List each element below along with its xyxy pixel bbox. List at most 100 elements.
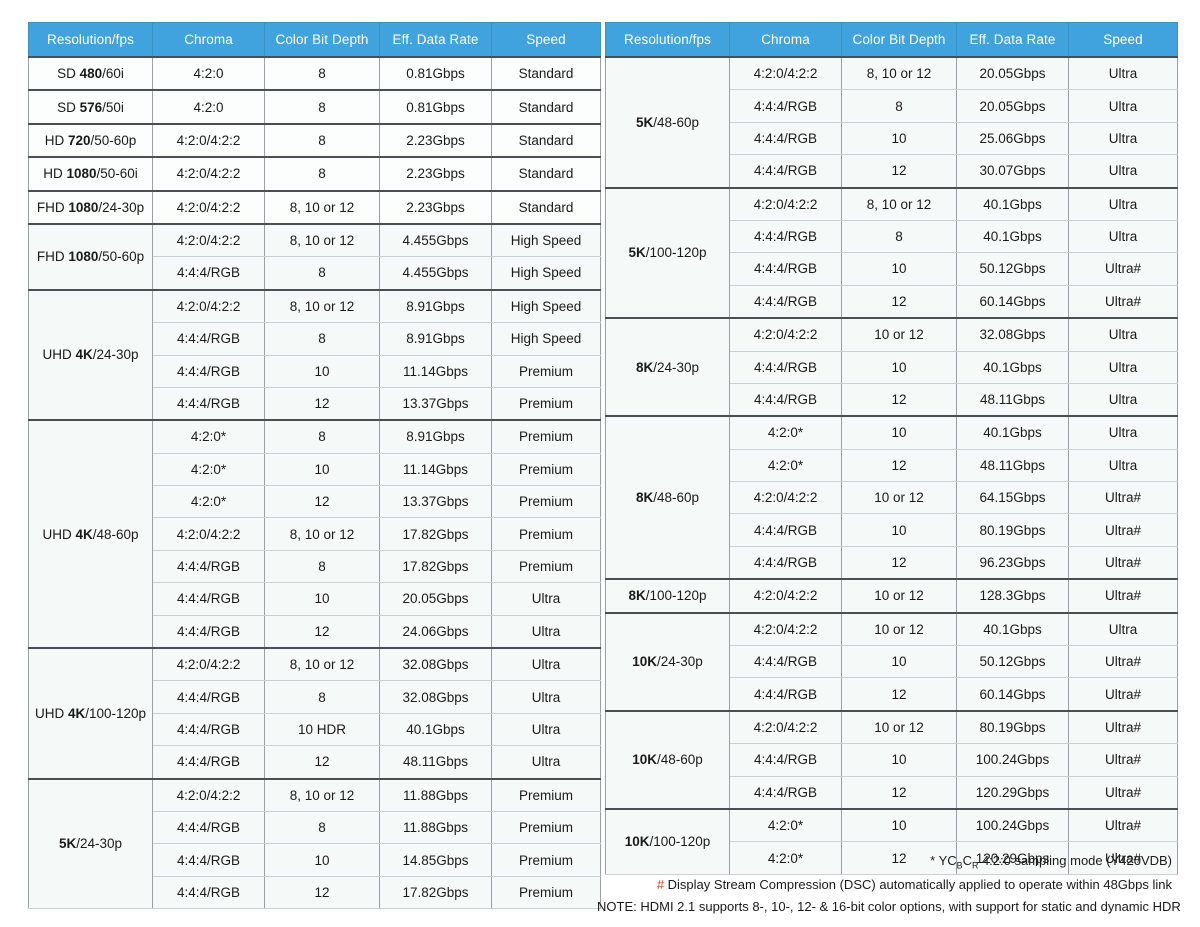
color-bit-depth-cell: 10 <box>841 415 957 450</box>
table-row: UHD 4K/48-60p 4:2:0* 8 8.91Gbps Premium <box>28 419 601 649</box>
color-bit-depth-cell: 12 <box>264 745 380 780</box>
resolution-suffix: /50-60p <box>90 132 137 148</box>
color-bit-depth-cell: 8 <box>264 810 380 845</box>
resolution-suffix: /48-60p <box>653 490 700 506</box>
chroma-cell: 4:4:4/RGB <box>729 645 842 679</box>
speed-cell: Ultra <box>491 680 601 714</box>
resolution-label-cell: 8K/100-120p <box>605 578 730 614</box>
color-bit-depth-cell: 10 <box>264 452 380 487</box>
eff-data-rate-cell: 40.1Gbps <box>379 712 492 747</box>
color-bit-depth-cell: 12 <box>841 154 957 189</box>
eff-data-rate-cell: 32.08Gbps <box>379 680 492 714</box>
table-row: 5K/24-30p 4:2:0/4:2:2 8, 10 or 12 11.88Gbps… <box>28 777 601 910</box>
table-row: 8K/100-120p 4:2:0/4:2:2 10 or 12 128.3Gbps U… <box>605 578 1178 614</box>
resolution-label-cell: UHD 4K/100-120p <box>28 647 153 780</box>
eff-data-rate-cell: 2.23Gbps <box>379 189 492 225</box>
footnote-hash-text: Display Stream Compression (DSC) automat… <box>664 876 1172 892</box>
resolution-label-cell: 5K/48-60p <box>605 56 730 189</box>
resolution-suffix: /48-60p <box>653 114 700 130</box>
color-bit-depth-cell: 10 <box>841 252 957 286</box>
table-row: 10K/100-120p 4:2:0* 10 100.24Gbps Ultra# <box>605 807 1178 875</box>
hdmi-spec-tables-page: Resolution/fps Chroma Color Bit Depth Ef… <box>0 0 1200 927</box>
resolution-prefix: SD <box>57 66 80 82</box>
resolution-suffix: /24-30p <box>92 347 139 363</box>
eff-data-rate-cell: 8.91Gbps <box>379 419 492 454</box>
table-row: SD 480/60i 4:2:0 8 0.81Gbps Standard <box>28 55 601 91</box>
chroma-cell: 4:4:4/RGB <box>729 89 842 123</box>
color-bit-depth-cell: 8, 10 or 12 <box>264 288 380 324</box>
eff-data-rate-cell: 2.23Gbps <box>379 122 492 158</box>
resolution-label-cell: 10K/48-60p <box>605 709 730 810</box>
eff-data-rate-cell: 48.11Gbps <box>379 745 492 780</box>
speed-cell: Ultra# <box>1068 284 1178 319</box>
chroma-cell: 4:2:0 <box>152 89 265 125</box>
resolution-prefix: UHD <box>42 526 76 542</box>
speed-cell: Ultra# <box>1068 743 1178 777</box>
resolution-prefix: FHD <box>36 199 69 215</box>
eff-data-rate-cell: 4.455Gbps <box>379 256 492 291</box>
chroma-cell: 4:4:4/RGB <box>152 354 265 388</box>
color-bit-depth-cell: 10 <box>841 350 957 384</box>
resolution-label-cell: UHD 4K/48-60p <box>28 419 153 649</box>
eff-data-rate-cell: 60.14Gbps <box>956 677 1069 712</box>
resolution-key: 576 <box>79 99 103 115</box>
color-bit-depth-cell: 10 or 12 <box>841 481 957 515</box>
table-row: HD 1080/50-60i 4:2:0/4:2:2 8 2.23Gbps Standa… <box>28 156 601 192</box>
speed-cell: Ultra <box>491 712 601 747</box>
resolution-key: 5K <box>58 836 77 852</box>
eff-data-rate-cell: 8.91Gbps <box>379 288 492 324</box>
table-row: UHD 4K/24-30p 4:2:0/4:2:2 8, 10 or 12 8.91G… <box>28 288 601 421</box>
footnotes-block: * YCBCR 4:2:0 sampling mode (Y420VDB) # … <box>597 850 1181 919</box>
eff-data-rate-cell: 80.19Gbps <box>956 709 1069 745</box>
color-bit-depth-cell: 10 HDR <box>264 712 380 747</box>
resolution-suffix: /48-60p <box>656 752 703 768</box>
speed-cell: Premium <box>491 810 601 845</box>
color-bit-depth-cell: 12 <box>841 775 957 810</box>
speed-cell: Ultra <box>1068 186 1178 221</box>
table-row: FHD 1080/24-30p 4:2:0/4:2:2 8, 10 or 12 2.2… <box>28 189 601 225</box>
color-bit-depth-cell: 10 or 12 <box>841 578 957 614</box>
color-bit-depth-cell: 10 or 12 <box>841 611 957 647</box>
resolution-suffix: /100-120p <box>85 705 147 721</box>
chroma-cell: 4:2:0/4:2:2 <box>729 186 842 221</box>
resolution-label-cell: HD 1080/50-60i <box>28 156 153 192</box>
chroma-cell: 4:2:0/4:2:2 <box>729 317 842 352</box>
eff-data-rate-cell: 30.07Gbps <box>956 154 1069 189</box>
column-header-resolution: Resolution/fps <box>605 22 730 58</box>
chroma-cell: 4:4:4/RGB <box>152 582 265 616</box>
chroma-cell: 4:4:4/RGB <box>729 121 842 156</box>
speed-cell: Ultra <box>1068 415 1178 450</box>
left-spec-table: Resolution/fps Chroma Color Bit Depth Ef… <box>28 22 601 910</box>
speed-cell: Ultra <box>1068 56 1178 91</box>
color-bit-depth-cell: 8 <box>264 549 380 584</box>
chroma-cell: 4:2:0/4:2:2 <box>152 288 265 324</box>
color-bit-depth-cell: 8, 10 or 12 <box>264 777 380 812</box>
eff-data-rate-cell: 4.455Gbps <box>379 222 492 258</box>
color-bit-depth-cell: 8 <box>264 89 380 125</box>
chroma-cell: 4:2:0/4:2:2 <box>729 709 842 745</box>
chroma-cell: 4:2:0/4:2:2 <box>729 578 842 614</box>
right-spec-table: Resolution/fps Chroma Color Bit Depth Ef… <box>605 22 1178 875</box>
eff-data-rate-cell: 8.91Gbps <box>379 322 492 356</box>
resolution-suffix: /24-30p <box>656 654 703 670</box>
color-bit-depth-cell: 12 <box>841 382 957 417</box>
chroma-cell: 4:2:0/4:2:2 <box>152 517 265 551</box>
eff-data-rate-cell: 50.12Gbps <box>956 252 1069 286</box>
resolution-suffix: /50i <box>102 99 124 115</box>
color-bit-depth-cell: 8 <box>264 156 380 192</box>
speed-cell: Ultra <box>491 647 601 682</box>
speed-cell: Ultra <box>1068 611 1178 647</box>
left-header-row: Resolution/fps Chroma Color Bit Depth Ef… <box>28 22 601 58</box>
chroma-cell: 4:4:4/RGB <box>729 284 842 319</box>
eff-data-rate-cell: 40.1Gbps <box>956 186 1069 221</box>
color-bit-depth-cell: 10 <box>841 807 957 843</box>
speed-cell: Ultra# <box>1068 677 1178 712</box>
chroma-cell: 4:4:4/RGB <box>729 350 842 384</box>
speed-cell: Ultra# <box>1068 513 1178 547</box>
speed-cell: Ultra <box>1068 154 1178 189</box>
chroma-cell: 4:4:4/RGB <box>729 252 842 286</box>
table-row: UHD 4K/100-120p 4:2:0/4:2:2 8, 10 or 12 32.… <box>28 647 601 780</box>
table-row: 10K/48-60p 4:2:0/4:2:2 10 or 12 80.19Gbps Ul… <box>605 709 1178 810</box>
resolution-label-cell: UHD 4K/24-30p <box>28 288 153 421</box>
table-row: SD 576/50i 4:2:0 8 0.81Gbps Standard <box>28 89 601 125</box>
